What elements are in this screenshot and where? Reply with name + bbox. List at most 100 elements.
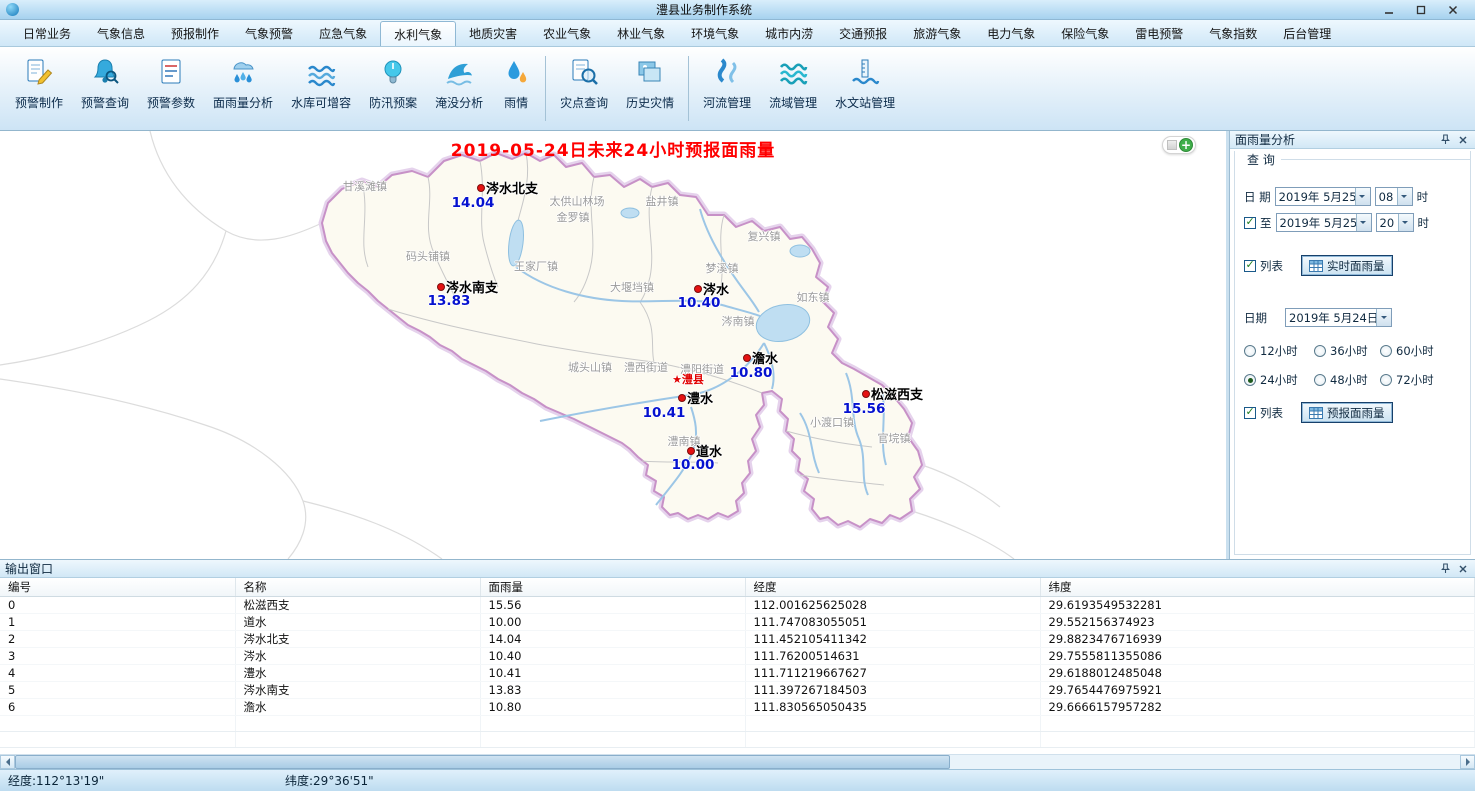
chevron-down-icon[interactable] [1397, 188, 1412, 205]
end-date-combobox[interactable]: 2019年 5月25日 [1276, 213, 1372, 232]
table-row[interactable]: 6澹水10.80111.83056505043529.6666157957282 [0, 698, 1475, 715]
toolbar-button-reservoir[interactable]: 水库可增容 [282, 50, 360, 127]
map-area[interactable]: 2019-05-24日未来24小时预报面雨量 + 甘溪滩镇太供山林场金罗镇盐井镇… [0, 131, 1229, 559]
map-zoom-control[interactable]: + [1162, 136, 1196, 154]
menu-item[interactable]: 气象信息 [84, 20, 158, 46]
toolbar-button-rain-analysis[interactable]: 面雨量分析 [204, 50, 282, 127]
forecast-date-combobox[interactable]: 2019年 5月24日 [1285, 308, 1392, 327]
column-header[interactable]: 经度 [745, 578, 1040, 596]
toolbar-button-warning-params[interactable]: 预警参数 [138, 50, 204, 127]
toolbar-button-flood-plan[interactable]: 防汛预案 [360, 50, 426, 127]
table-row[interactable]: 4澧水10.41111.71121966762729.6188012485048 [0, 664, 1475, 681]
table-row[interactable]: 3涔水10.40111.7620051463129.7555811355086 [0, 647, 1475, 664]
chevron-down-icon[interactable] [1355, 188, 1370, 205]
list-checkbox[interactable] [1244, 260, 1256, 272]
duration-radio[interactable]: 48小时 [1314, 372, 1380, 388]
menu-item[interactable]: 气象预警 [232, 20, 306, 46]
chevron-down-icon[interactable] [1398, 214, 1413, 231]
station-marker[interactable] [477, 184, 485, 192]
menu-item[interactable]: 城市内涝 [752, 20, 826, 46]
scrollbar-thumb[interactable] [15, 755, 950, 769]
toolbar-button-history-disaster[interactable]: 历史灾情 [617, 50, 683, 127]
to-checkbox[interactable] [1244, 217, 1256, 229]
empty-row [0, 715, 1475, 731]
station-marker[interactable] [743, 354, 751, 362]
menu-item[interactable]: 日常业务 [10, 20, 84, 46]
menu-item[interactable]: 保险气象 [1048, 20, 1122, 46]
table-row[interactable]: 2涔水北支14.04111.45210541134229.88234767169… [0, 630, 1475, 647]
menu-item[interactable]: 交通预报 [826, 20, 900, 46]
column-header[interactable]: 名称 [235, 578, 480, 596]
menu-item[interactable]: 农业气象 [530, 20, 604, 46]
realtime-rain-button[interactable]: 实时面雨量 [1301, 255, 1393, 276]
duration-radio[interactable]: 60小时 [1380, 343, 1452, 359]
table-cell: 29.552156374923 [1040, 613, 1475, 630]
column-header[interactable]: 编号 [0, 578, 235, 596]
toolbar-button-basin[interactable]: 流域管理 [760, 50, 826, 127]
close-icon[interactable] [1456, 562, 1470, 576]
empty-cell [0, 731, 235, 747]
table-cell: 29.8823476716939 [1040, 630, 1475, 647]
query-group: 查 询 [1243, 151, 1470, 167]
toolbar-button-rain[interactable]: 雨情 [492, 50, 540, 127]
pin-icon[interactable] [1438, 562, 1452, 576]
duration-radio[interactable]: 72小时 [1380, 372, 1452, 388]
basin-icon [778, 57, 808, 87]
menu-item[interactable]: 旅游气象 [900, 20, 974, 46]
chevron-down-icon[interactable] [1356, 214, 1371, 231]
table-cell: 29.6666157957282 [1040, 698, 1475, 715]
table-cell: 3 [0, 647, 235, 664]
list-checkbox-2[interactable] [1244, 407, 1256, 419]
start-date-combobox[interactable]: 2019年 5月25日 [1275, 187, 1371, 206]
station-marker[interactable] [694, 285, 702, 293]
hour-suffix-label: 时 [1417, 189, 1429, 205]
station-marker[interactable] [437, 283, 445, 291]
forecast-rain-button[interactable]: 预报面雨量 [1301, 402, 1393, 423]
menu-item[interactable]: 电力气象 [974, 20, 1048, 46]
close-icon[interactable] [1456, 133, 1470, 147]
toolbar-button-inundation[interactable]: 淹没分析 [426, 50, 492, 127]
rain-analysis-icon [228, 57, 258, 87]
duration-radio[interactable]: 24小时 [1244, 372, 1314, 388]
scroll-right-button[interactable] [1460, 755, 1475, 769]
menu-item[interactable]: 雷电预警 [1122, 20, 1196, 46]
scrollbar-track[interactable] [950, 755, 1460, 769]
menu-item[interactable]: 林业气象 [604, 20, 678, 46]
menu-item[interactable]: 后台管理 [1270, 20, 1344, 46]
scroll-left-button[interactable] [0, 755, 15, 769]
station-marker[interactable] [862, 390, 870, 398]
station-marker[interactable] [678, 394, 686, 402]
empty-cell [235, 731, 480, 747]
maximize-button[interactable] [1415, 4, 1427, 16]
duration-radio[interactable]: 12小时 [1244, 343, 1314, 359]
toolbar-button-warning-edit[interactable]: 预警制作 [6, 50, 72, 127]
menu-item[interactable]: 应急气象 [306, 20, 380, 46]
station-marker[interactable] [687, 447, 695, 455]
chevron-down-icon[interactable] [1376, 309, 1391, 326]
menu-item[interactable]: 预报制作 [158, 20, 232, 46]
pin-icon[interactable] [1438, 133, 1452, 147]
column-header[interactable]: 面雨量 [480, 578, 745, 596]
table-row[interactable]: 0松滋西支15.56112.00162562502829.61935495322… [0, 596, 1475, 613]
close-button[interactable] [1447, 4, 1459, 16]
horizontal-scrollbar[interactable] [0, 754, 1475, 769]
start-hour-combobox[interactable]: 08 [1375, 187, 1413, 206]
table-cell: 涔水南支 [235, 681, 480, 698]
menu-item[interactable]: 气象指数 [1196, 20, 1270, 46]
duration-radio[interactable]: 36小时 [1314, 343, 1380, 359]
column-header[interactable]: 纬度 [1040, 578, 1475, 596]
radio-circle [1244, 374, 1256, 386]
menu-item[interactable]: 地质灾害 [456, 20, 530, 46]
toolbar-button-warning-search[interactable]: 预警查询 [72, 50, 138, 127]
end-hour-combobox[interactable]: 20 [1376, 213, 1414, 232]
toolbar-button-hydro-station[interactable]: 水文站管理 [826, 50, 904, 127]
toolbar-button-disaster-search[interactable]: 灾点查询 [551, 50, 617, 127]
table-row[interactable]: 1道水10.00111.74708305505129.552156374923 [0, 613, 1475, 630]
toolbar-button-river[interactable]: 河流管理 [694, 50, 760, 127]
layers-icon[interactable] [1167, 140, 1177, 150]
menu-item[interactable]: 环境气象 [678, 20, 752, 46]
menu-item[interactable]: 水利气象 [380, 21, 456, 46]
zoom-in-button[interactable]: + [1179, 138, 1193, 152]
minimize-button[interactable] [1383, 4, 1395, 16]
table-row[interactable]: 5涔水南支13.83111.39726718450329.76544769759… [0, 681, 1475, 698]
